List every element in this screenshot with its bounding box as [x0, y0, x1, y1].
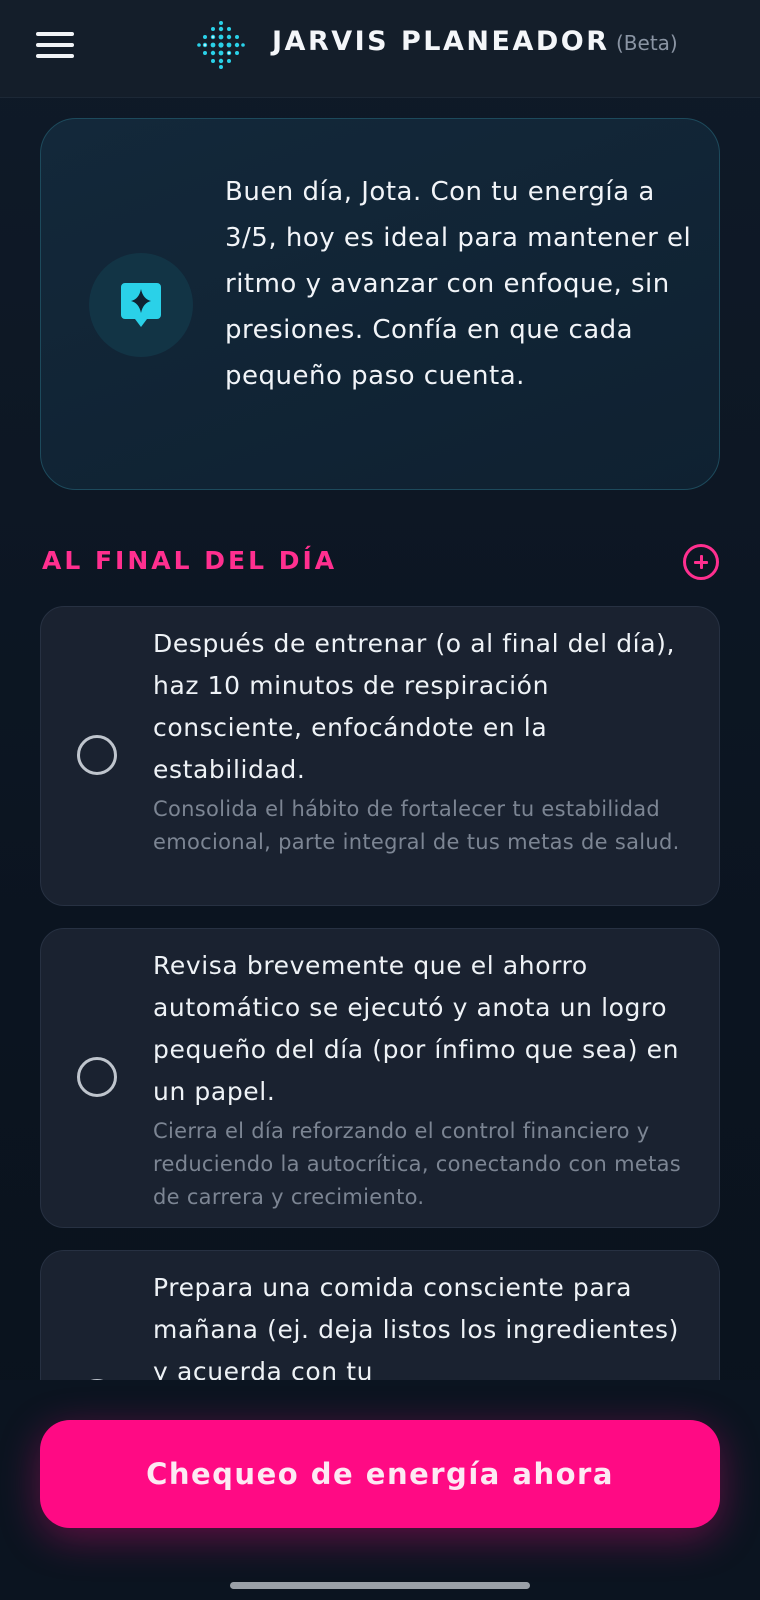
app-header: JARVIS PLANEADOR (Beta): [0, 0, 760, 98]
task-title: Prepara una comida consciente para mañan…: [153, 1273, 679, 1380]
home-indicator[interactable]: [230, 1582, 530, 1589]
menu-line: [36, 54, 74, 58]
hamburger-menu-icon[interactable]: [36, 30, 74, 60]
app-title: JARVIS PLANEADOR: [272, 26, 610, 57]
task-card[interactable]: Revisa brevemente que el ahorro automáti…: [40, 928, 720, 1228]
section-title: AL FINAL DEL DÍA: [42, 546, 338, 575]
app-screen: JARVIS PLANEADOR (Beta) Buen día, Jota. …: [0, 0, 760, 1600]
task-card[interactable]: Prepara una comida consciente para mañan…: [40, 1250, 720, 1380]
energy-check-button[interactable]: Chequeo de energía ahora: [40, 1420, 720, 1528]
sparkle-chat-icon: [121, 283, 161, 327]
task-subtitle: Consolida el hábito de fortalecer tu est…: [153, 797, 680, 854]
task-card[interactable]: Después de entrenar (o al final del día)…: [40, 606, 720, 906]
greeting-message: Buen día, Jota. Con tu energía a 3/5, ho…: [225, 177, 692, 391]
task-subtitle: Cierra el día reforzando el control fina…: [153, 1119, 682, 1209]
task-title: Después de entrenar (o al final del día)…: [153, 629, 676, 784]
greeting-icon-badge: [89, 253, 193, 357]
task-checkbox[interactable]: [77, 1057, 117, 1097]
task-title: Revisa brevemente que el ahorro automáti…: [153, 951, 680, 1106]
greeting-card: Buen día, Jota. Con tu energía a 3/5, ho…: [40, 118, 720, 490]
dot-matrix-logo-icon: [197, 21, 245, 69]
menu-line: [36, 32, 74, 36]
menu-line: [36, 43, 74, 47]
beta-label: (Beta): [616, 31, 678, 55]
add-task-plus-icon[interactable]: [683, 544, 719, 580]
task-list: Después de entrenar (o al final del día)…: [0, 600, 760, 1380]
task-checkbox[interactable]: [77, 735, 117, 775]
